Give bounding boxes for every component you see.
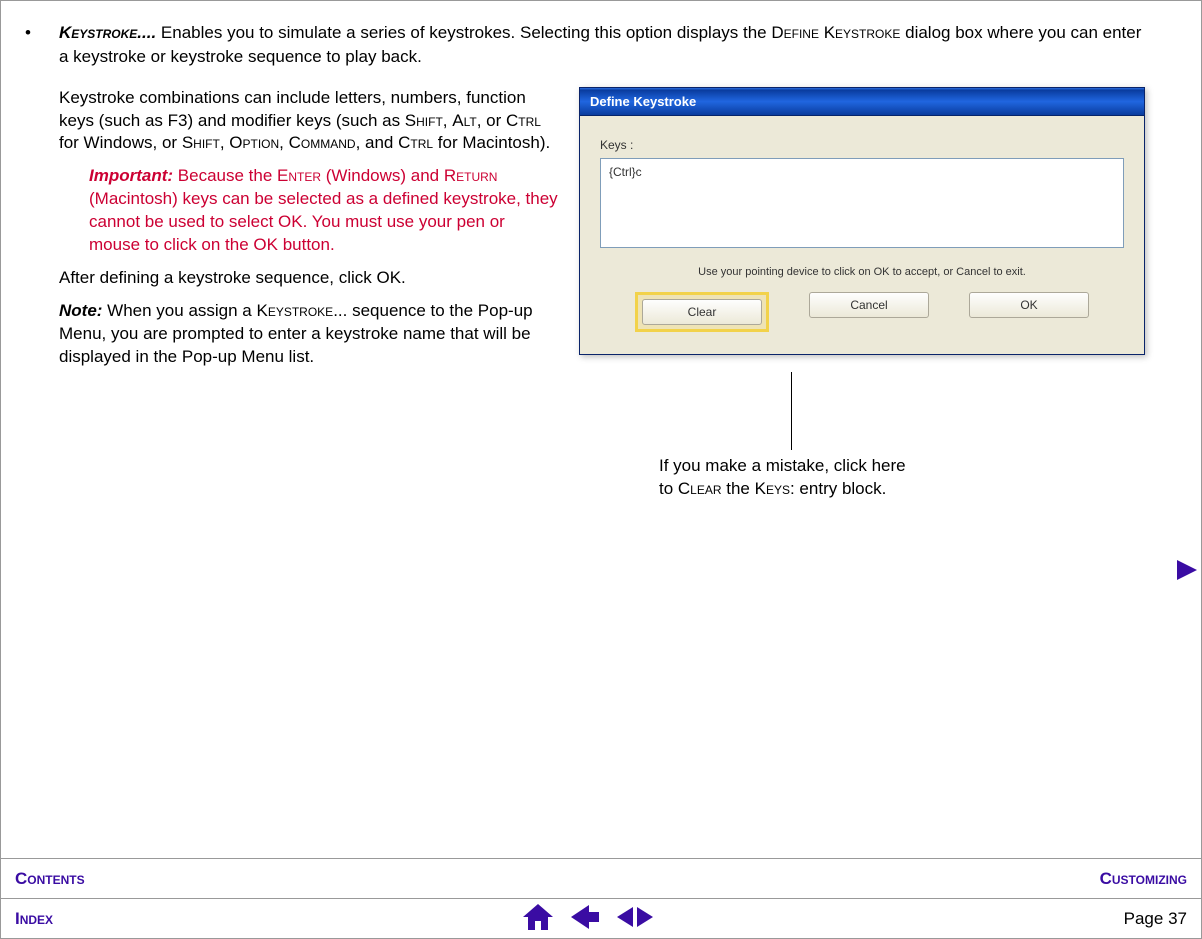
dialog-button-row: Clear Cancel OK (600, 292, 1124, 340)
prev-icon[interactable] (571, 905, 599, 934)
clear-button[interactable]: Clear (642, 299, 762, 325)
cancel-button[interactable]: Cancel (809, 292, 929, 318)
para-combinations: Keystroke combinations can include lette… (59, 87, 559, 156)
next-page-side-arrow[interactable] (1173, 556, 1201, 589)
note-label: Note: (59, 301, 102, 320)
contents-link[interactable]: Contents (15, 869, 85, 889)
callout-text: If you make a mistake, click here to Cle… (659, 455, 1019, 501)
keys-value: {Ctrl}c (609, 165, 642, 179)
ok-button[interactable]: OK (969, 292, 1089, 318)
keys-label: Keys : (600, 138, 1124, 152)
customizing-link[interactable]: Customizing (1100, 869, 1187, 889)
footer-nav: Contents Customizing Index Page 37 (1, 858, 1201, 938)
dialog-hint: Use your pointing device to click on OK … (600, 266, 1124, 278)
bullet-item-keystroke: • Keystroke.... Enables you to simulate … (25, 21, 1177, 69)
important-note: Important: Because the Enter (Windows) a… (59, 165, 559, 257)
keys-input[interactable]: {Ctrl}c (600, 158, 1124, 248)
clear-highlight: Clear (635, 292, 769, 332)
callout-leader-line (791, 372, 792, 450)
dialog-titlebar: Define Keystroke (580, 88, 1144, 116)
dialog-body: Keys : {Ctrl}c Use your pointing device … (580, 116, 1144, 354)
page-number: Page 37 (1124, 909, 1187, 929)
bullet-marker: • (25, 21, 59, 69)
nav-icons (523, 904, 653, 935)
right-figure-column: Define Keystroke Keys : {Ctrl}c Use your… (579, 87, 1177, 379)
note-block: Note: When you assign a Keystroke... seq… (59, 300, 559, 369)
para-after-defining: After defining a keystroke sequence, cli… (59, 267, 559, 290)
home-icon[interactable] (523, 904, 553, 935)
important-label: Important: (89, 166, 173, 185)
term-define-keystroke: Define Keystroke (771, 23, 900, 42)
term-keystroke: Keystroke.... (59, 23, 156, 42)
bullet-desc-a: Enables you to simulate a series of keys… (161, 23, 771, 42)
left-text-column: Keystroke combinations can include lette… (59, 87, 559, 379)
bullet-text: Keystroke.... Enables you to simulate a … (59, 21, 1177, 69)
index-link[interactable]: Index (15, 909, 53, 929)
define-keystroke-dialog: Define Keystroke Keys : {Ctrl}c Use your… (579, 87, 1145, 355)
prev-next-icon[interactable] (617, 905, 653, 934)
dialog-title: Define Keystroke (590, 94, 696, 109)
